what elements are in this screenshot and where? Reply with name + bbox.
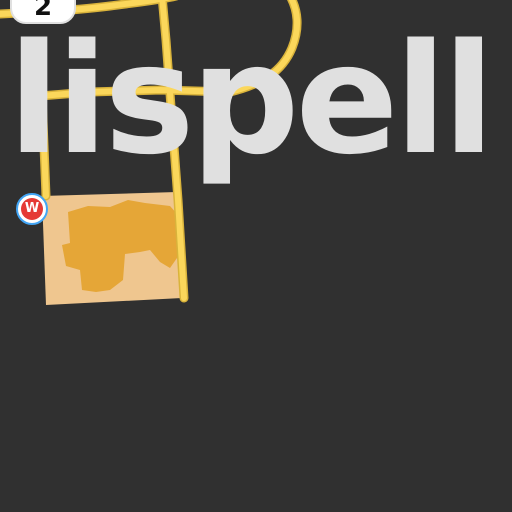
- walmart-store-icon[interactable]: W: [16, 193, 48, 225]
- road-curve-right: [227, 0, 300, 95]
- us-highway-shield-icon[interactable]: 2: [10, 0, 76, 24]
- road-vertical-left: [39, 93, 49, 199]
- route-shield-number: 2: [33, 0, 53, 22]
- map-layer: [0, 0, 302, 305]
- poi-marker-letter: W: [21, 198, 43, 220]
- map-canvas[interactable]: 2 lispell W: [0, 0, 512, 512]
